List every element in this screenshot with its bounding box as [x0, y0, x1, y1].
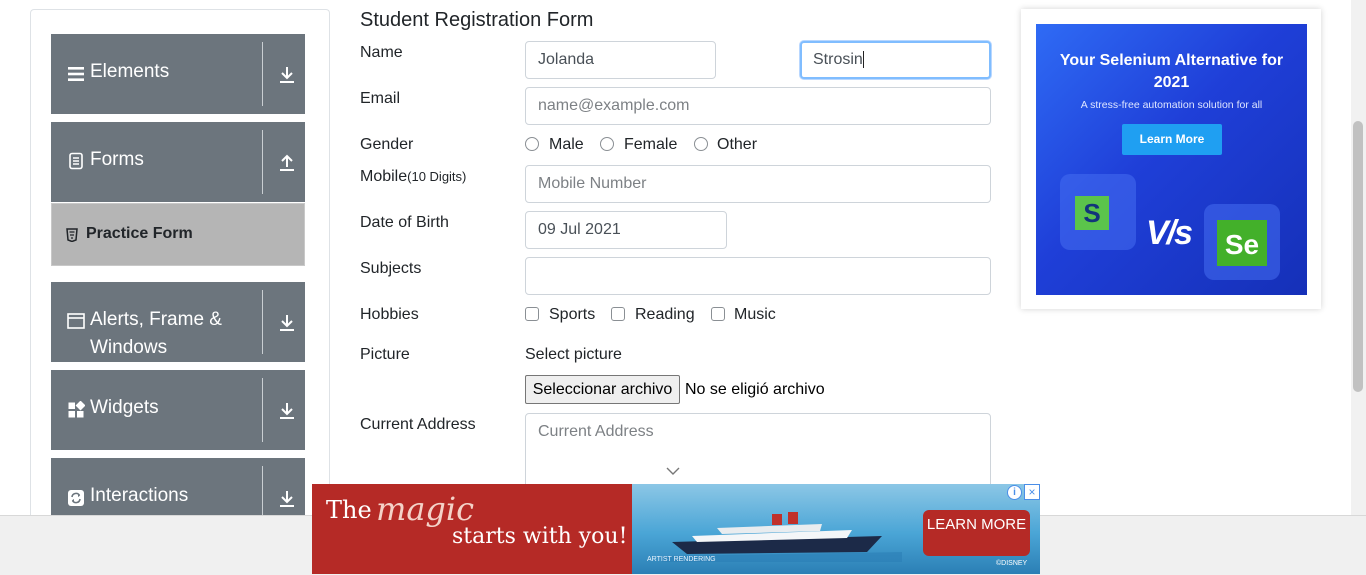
- html5-icon: [66, 228, 78, 242]
- gender-label: Gender: [360, 136, 414, 153]
- sidebar-group-label: Windows: [90, 337, 168, 358]
- gender-male-option[interactable]: Male: [525, 136, 584, 154]
- last-name-value: Strosin: [813, 51, 863, 68]
- katalon-logo: S: [1075, 196, 1109, 230]
- ad-subtitle: A stress-free automation solution for al…: [1080, 99, 1263, 111]
- selenium-logo: Se: [1217, 220, 1267, 266]
- sidebar-group-label: Forms: [90, 149, 144, 170]
- download-arrow-icon[interactable]: [278, 401, 296, 421]
- checkbox-label: Music: [734, 306, 776, 323]
- katalon-logo-tile: S: [1060, 174, 1136, 250]
- radio-button[interactable]: [525, 137, 539, 151]
- refresh-icon: [68, 490, 84, 506]
- cruise-ship-image: [662, 512, 902, 562]
- hamburger-icon: [68, 67, 84, 81]
- brand-mark: ©DISNEY: [996, 560, 1028, 567]
- chevron-down-icon: [666, 467, 680, 475]
- checkbox[interactable]: [525, 307, 539, 321]
- bottom-advertisement[interactable]: The magic starts with you! LEARN MORE AR…: [312, 484, 1040, 574]
- banner-text-the: The: [326, 496, 372, 524]
- name-label: Name: [360, 44, 403, 61]
- download-arrow-icon[interactable]: [278, 65, 296, 85]
- divider: [262, 42, 263, 106]
- upload-arrow-icon[interactable]: [278, 153, 296, 173]
- mobile-label-text: Mobile: [360, 168, 408, 185]
- text-cursor: [862, 51, 864, 69]
- divider: [262, 378, 263, 442]
- sidebar-group-alerts[interactable]: Alerts, Frame & Windows: [51, 282, 305, 362]
- email-label: Email: [360, 90, 401, 107]
- dob-label: Date of Birth: [360, 214, 449, 231]
- sidebar-group-forms[interactable]: Forms: [51, 122, 305, 202]
- hobby-music-option[interactable]: Music: [711, 306, 776, 324]
- selenium-logo-tile: Se: [1204, 204, 1280, 280]
- banner-text-magic: magic: [376, 490, 475, 528]
- dob-input[interactable]: 09 Jul 2021: [525, 211, 727, 249]
- radio-button[interactable]: [694, 137, 708, 151]
- sidebar-item-practice-form[interactable]: Practice Form: [51, 203, 305, 266]
- widgets-icon: [68, 401, 85, 418]
- banner-learn-more-button[interactable]: LEARN MORE: [923, 510, 1030, 556]
- picture-label: Picture: [360, 346, 410, 363]
- file-status: No se eligió archivo: [685, 381, 825, 398]
- window-icon: [67, 313, 85, 329]
- checkbox[interactable]: [711, 307, 725, 321]
- scrollbar-thumb[interactable]: [1353, 121, 1363, 392]
- sidebar: Elements Forms Practice Form Alerts, Fra…: [30, 9, 330, 530]
- learn-more-button[interactable]: Learn More: [1122, 124, 1222, 155]
- sidebar-group-label: Widgets: [90, 397, 159, 418]
- checkbox-label: Reading: [635, 306, 695, 323]
- checkbox-label: Sports: [549, 306, 596, 323]
- hobby-sports-option[interactable]: Sports: [525, 306, 595, 324]
- select-picture-label: Select picture: [525, 346, 622, 363]
- ad-close-icon[interactable]: ×: [1024, 484, 1040, 500]
- download-arrow-icon[interactable]: [278, 489, 296, 509]
- ad-title: Your Selenium Alternative for 2021: [1059, 52, 1284, 91]
- subjects-input[interactable]: [525, 257, 991, 295]
- download-arrow-icon[interactable]: [278, 313, 296, 333]
- page-title: Student Registration Form: [360, 9, 594, 31]
- subjects-label: Subjects: [360, 260, 422, 277]
- document-icon: [69, 152, 83, 170]
- checkbox[interactable]: [611, 307, 625, 321]
- sidebar-group-label: Interactions: [90, 485, 189, 506]
- ad-creative: Your Selenium Alternative for 2021 A str…: [1036, 24, 1307, 295]
- radio-label: Female: [624, 136, 678, 153]
- hobbies-label: Hobbies: [360, 306, 419, 323]
- artist-rendering-note: ARTIST RENDERING: [647, 556, 716, 563]
- radio-label: Other: [717, 136, 758, 153]
- side-advertisement[interactable]: Your Selenium Alternative for 2021 A str…: [1021, 9, 1321, 309]
- first-name-input[interactable]: Jolanda: [525, 41, 716, 79]
- mobile-hint: (10 Digits): [407, 169, 467, 184]
- gender-female-option[interactable]: Female: [600, 136, 677, 154]
- sidebar-group-widgets[interactable]: Widgets: [51, 370, 305, 450]
- mobile-input[interactable]: Mobile Number: [525, 165, 991, 203]
- divider: [262, 130, 263, 194]
- gender-other-option[interactable]: Other: [694, 136, 757, 154]
- sidebar-group-label: Elements: [90, 61, 170, 82]
- radio-label: Male: [549, 136, 584, 153]
- sidebar-group-label: Alerts, Frame &: [90, 309, 222, 330]
- hobby-reading-option[interactable]: Reading: [611, 306, 695, 324]
- radio-button[interactable]: [600, 137, 614, 151]
- email-input[interactable]: name@example.com: [525, 87, 991, 125]
- address-label: Current Address: [360, 416, 476, 433]
- sidebar-item-label: Practice Form: [86, 225, 193, 242]
- sidebar-group-elements[interactable]: Elements: [51, 34, 305, 114]
- mobile-label: Mobile(10 Digits): [360, 168, 466, 186]
- current-address-textarea[interactable]: Current Address: [525, 413, 991, 493]
- banner-left-panel: The magic starts with you!: [312, 484, 632, 574]
- banner-text-starts: starts with you!: [452, 524, 628, 549]
- divider: [262, 290, 263, 354]
- last-name-input[interactable]: Strosin: [800, 41, 991, 79]
- choose-file-button[interactable]: Seleccionar archivo: [525, 375, 680, 404]
- versus-text: V/s: [1146, 214, 1193, 252]
- ad-info-icon[interactable]: i: [1007, 485, 1022, 500]
